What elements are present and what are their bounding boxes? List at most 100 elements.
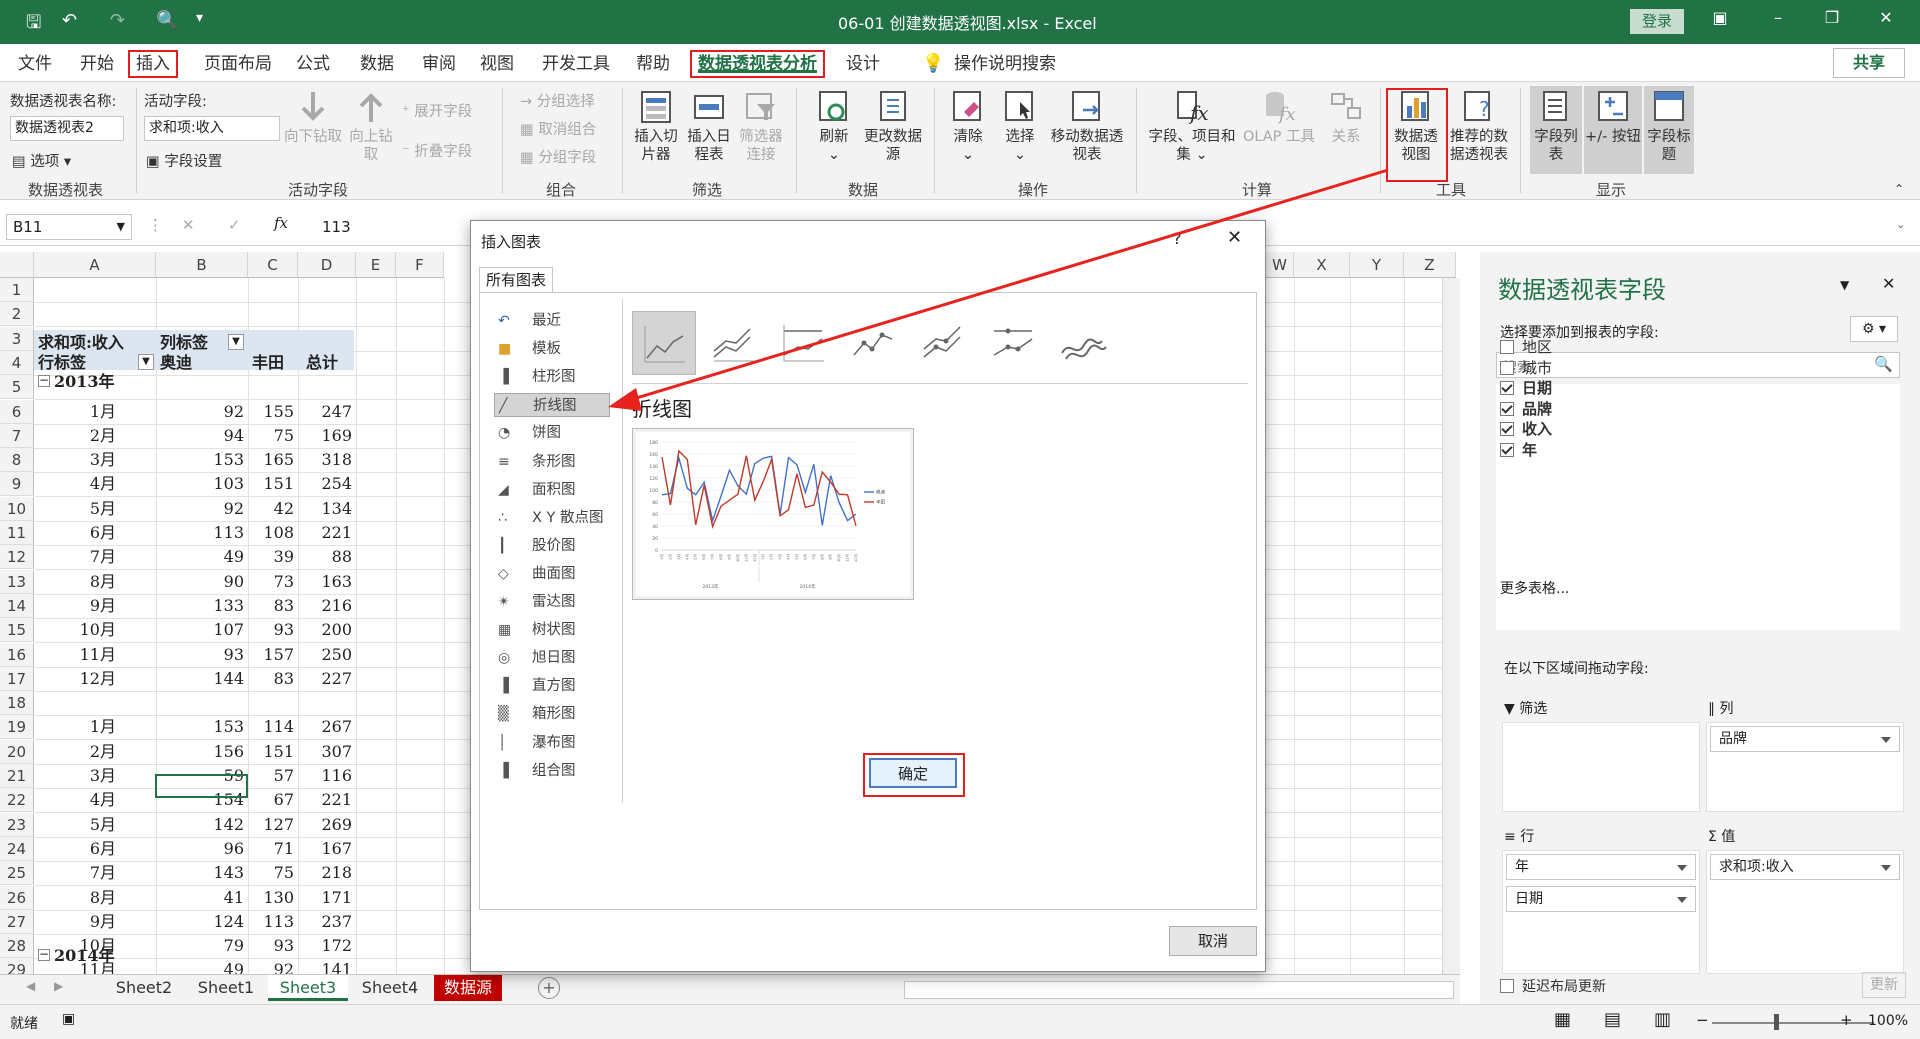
toyota-value[interactable]: 42 xyxy=(248,497,294,521)
row-header-19[interactable]: 19 xyxy=(0,715,34,740)
total-value[interactable]: 218 xyxy=(298,861,352,885)
month-label[interactable]: 7月 xyxy=(40,545,116,569)
toyota-value[interactable]: 67 xyxy=(248,788,294,812)
next-sheet-icon[interactable]: ▶ xyxy=(54,979,63,993)
row-header-16[interactable]: 16 xyxy=(0,642,34,667)
row-header-26[interactable]: 26 xyxy=(0,885,34,910)
value-field-sum-revenue[interactable]: 求和项:收入 xyxy=(1710,854,1900,880)
sheet-tab-sheet2[interactable]: Sheet2 xyxy=(104,975,184,1001)
audi-value[interactable]: 92 xyxy=(156,497,244,521)
dialog-close-icon[interactable]: ✕ xyxy=(1227,227,1242,248)
chart-type-line[interactable]: ╱ 折线图 xyxy=(494,393,610,418)
audi-value[interactable]: 124 xyxy=(156,910,244,934)
select-button[interactable]: 选择 ⌄ xyxy=(996,90,1044,164)
total-value[interactable]: 221 xyxy=(298,521,352,545)
tell-me-search[interactable]: 操作说明搜索 xyxy=(948,50,1062,78)
field-headers-toggle[interactable]: 字段标题 xyxy=(1644,86,1694,174)
total-value[interactable]: 269 xyxy=(298,813,352,837)
olap-tools-button[interactable]: fx OLAP 工具 xyxy=(1240,90,1318,146)
row-header-27[interactable]: 27 xyxy=(0,909,34,934)
field-5-checkbox[interactable]: 年 xyxy=(1500,439,1537,460)
toyota-value[interactable]: 39 xyxy=(248,545,294,569)
total-value[interactable]: 247 xyxy=(298,400,352,424)
chart-type-combo[interactable]: ▐ 组合图 xyxy=(494,759,610,783)
zoom-slider-thumb[interactable] xyxy=(1774,1014,1779,1030)
relationships-button[interactable]: 关系 xyxy=(1320,90,1372,146)
row-header-7[interactable]: 7 xyxy=(0,423,34,448)
month-label[interactable]: 2月 xyxy=(40,740,116,764)
audi-value[interactable]: 153 xyxy=(156,715,244,739)
tab-help[interactable]: 帮助 xyxy=(630,50,676,78)
toyota-value[interactable]: 151 xyxy=(248,472,294,496)
month-label[interactable]: 5月 xyxy=(40,813,116,837)
month-label[interactable]: 4月 xyxy=(40,788,116,812)
close-pane-icon[interactable]: ✕ xyxy=(1882,274,1895,293)
total-value[interactable]: 167 xyxy=(298,837,352,861)
undo-icon[interactable]: ↶ xyxy=(62,10,77,31)
sheet-tab-sheet3[interactable]: Sheet3 xyxy=(268,975,348,1001)
clear-button[interactable]: 清除 ⌄ xyxy=(944,90,992,164)
insert-function-icon[interactable]: fx xyxy=(274,214,288,232)
column-header-d[interactable]: D xyxy=(298,252,356,278)
chart-type-histogram[interactable]: ▐ 直方图 xyxy=(494,674,610,698)
expand-field-button[interactable]: ⁺ 展开字段 xyxy=(402,100,472,121)
toyota-value[interactable]: 57 xyxy=(248,764,294,788)
chart-type-bar[interactable]: ≡ 条形图 xyxy=(494,450,610,474)
row-header-25[interactable]: 25 xyxy=(0,861,34,886)
audi-value[interactable]: 103 xyxy=(156,472,244,496)
toyota-value[interactable]: 92 xyxy=(248,958,294,974)
name-box-dropdown-icon[interactable]: ▼ xyxy=(117,215,125,239)
column-header-w[interactable]: W xyxy=(1266,252,1294,278)
audi-value[interactable]: 142 xyxy=(156,813,244,837)
macro-record-icon[interactable]: ▣ xyxy=(62,1011,75,1027)
total-value[interactable]: 307 xyxy=(298,740,352,764)
toyota-value[interactable]: 130 xyxy=(248,886,294,910)
tab-formulas[interactable]: 公式 xyxy=(290,50,336,78)
total-value[interactable]: 163 xyxy=(298,570,352,594)
audi-value[interactable]: 79 xyxy=(156,934,244,958)
insert-timeline-button[interactable]: 插入日程表 xyxy=(684,90,734,164)
print-preview-icon[interactable]: 🔍 xyxy=(156,10,178,31)
month-label[interactable]: 1月 xyxy=(40,715,116,739)
pt-name-input[interactable]: 数据透视表2 xyxy=(10,116,124,141)
active-cell-b11[interactable] xyxy=(155,774,248,798)
month-label[interactable]: 12月 xyxy=(40,667,116,691)
refresh-button[interactable]: 刷新 ⌄ xyxy=(806,90,862,164)
month-label[interactable]: 3月 xyxy=(40,764,116,788)
page-layout-view-icon[interactable]: ▤ xyxy=(1604,1009,1621,1030)
gear-icon[interactable]: ⚙ ▾ xyxy=(1850,316,1898,342)
row-field-date[interactable]: 日期 xyxy=(1506,886,1696,912)
audi-value[interactable]: 92 xyxy=(156,400,244,424)
row-labels-filter-icon[interactable]: ▼ xyxy=(138,354,154,370)
drill-up-button[interactable]: 向上钻取 xyxy=(346,90,396,164)
tab-home[interactable]: 开始 xyxy=(74,50,120,78)
drill-down-button[interactable]: 向下钻取 xyxy=(282,90,344,146)
more-tables-link[interactable]: 更多表格... xyxy=(1500,578,1569,598)
change-data-source-button[interactable]: 更改数据源 xyxy=(862,90,924,164)
column-header-x[interactable]: X xyxy=(1294,252,1350,278)
total-value[interactable]: 318 xyxy=(298,448,352,472)
cancel-button[interactable]: 取消 xyxy=(1169,926,1257,956)
total-value[interactable]: 221 xyxy=(298,788,352,812)
total-value[interactable]: 169 xyxy=(298,424,352,448)
row-header-10[interactable]: 10 xyxy=(0,496,34,521)
field-3-checkbox[interactable]: 品牌 xyxy=(1500,398,1552,419)
line-markers-subtype[interactable] xyxy=(842,311,906,375)
field-search-input[interactable]: 搜索 🔍 xyxy=(1496,352,1900,378)
row-header-22[interactable]: 22 xyxy=(0,788,34,813)
toyota-value[interactable]: 155 xyxy=(248,400,294,424)
total-value[interactable]: 116 xyxy=(298,764,352,788)
toyota-value[interactable]: 75 xyxy=(248,861,294,885)
column-header-a[interactable]: A xyxy=(34,252,156,278)
month-label[interactable]: 3月 xyxy=(40,448,116,472)
row-header-2[interactable]: 2 xyxy=(0,302,34,327)
year-2013-label[interactable]: 2013年 xyxy=(54,370,115,394)
month-label[interactable]: 10月 xyxy=(40,934,116,958)
active-field-input[interactable]: 求和项:收入 xyxy=(144,116,280,141)
chart-type-pie[interactable]: ◔ 饼图 xyxy=(494,421,610,445)
toyota-value[interactable]: 71 xyxy=(248,837,294,861)
group-selection-button[interactable]: → 分组选择 xyxy=(520,90,595,111)
column-header-f[interactable]: F xyxy=(396,252,444,278)
row-header-23[interactable]: 23 xyxy=(0,812,34,837)
column-header-c[interactable]: C xyxy=(248,252,298,278)
